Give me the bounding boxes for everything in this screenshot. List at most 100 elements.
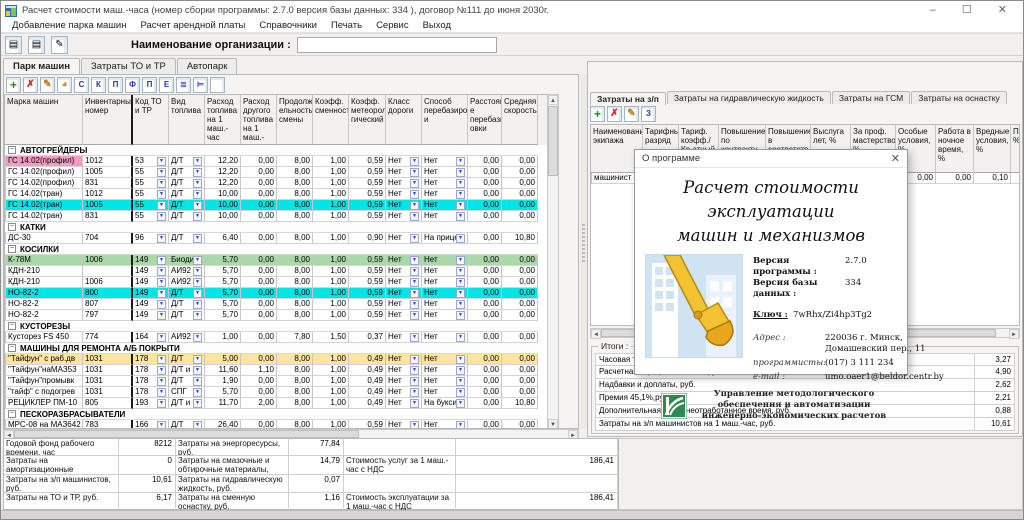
cell[interactable]: 704 bbox=[83, 233, 133, 244]
cell[interactable]: 0,49 bbox=[349, 376, 386, 387]
cell[interactable]: Нет▼ bbox=[386, 189, 422, 200]
cell[interactable]: 1,00 bbox=[313, 277, 349, 288]
doc-z-icon[interactable]: З bbox=[641, 106, 656, 122]
dropdown-icon[interactable]: ▼ bbox=[193, 212, 202, 221]
cell[interactable]: 53▼ bbox=[133, 156, 169, 167]
cell[interactable]: Д/Т и С▼ bbox=[169, 398, 205, 409]
dropdown-icon[interactable]: ▼ bbox=[410, 234, 419, 243]
cell[interactable]: 0,00 bbox=[241, 277, 277, 288]
report-export-icon[interactable]: ▤ bbox=[28, 36, 45, 54]
cell[interactable]: 10,80 bbox=[502, 398, 538, 409]
cell[interactable]: 0,00 bbox=[502, 365, 538, 376]
cell[interactable]: 1005 bbox=[83, 167, 133, 178]
cell[interactable]: 0,00 bbox=[502, 167, 538, 178]
cell[interactable]: 149▼ bbox=[133, 288, 169, 299]
cell[interactable]: 164▼ bbox=[133, 332, 169, 343]
cell[interactable]: 149▼ bbox=[133, 266, 169, 277]
cell[interactable]: 0,00 bbox=[502, 156, 538, 167]
dropdown-icon[interactable]: ▼ bbox=[410, 355, 419, 364]
machine-row[interactable]: НО-82-2807149▼Д/Т▼5,700,008,001,000,59Не… bbox=[5, 299, 538, 310]
cell[interactable]: 1031 bbox=[83, 365, 133, 376]
cell[interactable]: 10,80 bbox=[502, 233, 538, 244]
cell[interactable]: 0,59 bbox=[349, 200, 386, 211]
cell[interactable]: 12,20 bbox=[205, 178, 241, 189]
collapse-icon[interactable]: − bbox=[8, 146, 16, 154]
cell[interactable]: 1,00 bbox=[313, 233, 349, 244]
cell[interactable]: 0,00 bbox=[241, 167, 277, 178]
cell[interactable]: 1,00 bbox=[313, 310, 349, 321]
cell[interactable]: 0,00 bbox=[502, 288, 538, 299]
cell[interactable]: Нет▼ bbox=[422, 277, 468, 288]
cell[interactable]: 55▼ bbox=[133, 189, 169, 200]
scroll-left-icon[interactable]: ◄ bbox=[591, 329, 601, 339]
cell[interactable]: 0,00 bbox=[468, 189, 502, 200]
cell[interactable]: 8,00 bbox=[277, 420, 313, 429]
group-row[interactable]: −АВТОГРЕЙДЕРЫ bbox=[5, 145, 538, 156]
cell[interactable]: Нет▼ bbox=[386, 398, 422, 409]
dialog-close-icon[interactable]: ✕ bbox=[891, 152, 900, 165]
cell[interactable]: 178▼ bbox=[133, 365, 169, 376]
dropdown-icon[interactable]: ▼ bbox=[456, 355, 465, 364]
cell[interactable]: 1,00 bbox=[313, 178, 349, 189]
cell[interactable]: 178▼ bbox=[133, 387, 169, 398]
cell[interactable]: 0,00 bbox=[468, 167, 502, 178]
dropdown-icon[interactable]: ▼ bbox=[456, 157, 465, 166]
cell[interactable]: 0,00 bbox=[241, 255, 277, 266]
cell[interactable]: 0,00 bbox=[502, 266, 538, 277]
doc-p1-icon[interactable]: П bbox=[108, 77, 123, 93]
cell[interactable]: 0,00 bbox=[241, 211, 277, 222]
cell[interactable]: Д/Т▼ bbox=[169, 288, 205, 299]
cell[interactable]: Нет▼ bbox=[386, 354, 422, 365]
dropdown-icon[interactable]: ▼ bbox=[410, 421, 419, 430]
cell[interactable]: 10,00 bbox=[205, 211, 241, 222]
cell[interactable]: 0,00 bbox=[502, 200, 538, 211]
cell[interactable]: АИ92▼ bbox=[169, 266, 205, 277]
cell[interactable]: 0,59 bbox=[349, 189, 386, 200]
costs-tab-1[interactable]: Затраты на з/п bbox=[590, 92, 666, 105]
cell[interactable]: Нет▼ bbox=[422, 376, 468, 387]
group-row[interactable]: −КУСТОРЕЗЫ bbox=[5, 321, 538, 332]
dropdown-icon[interactable]: ▼ bbox=[193, 366, 202, 375]
cell[interactable]: 0,00 bbox=[502, 354, 538, 365]
dropdown-icon[interactable]: ▼ bbox=[410, 333, 419, 342]
cell[interactable]: Нет▼ bbox=[422, 299, 468, 310]
cell[interactable]: 1031 bbox=[83, 354, 133, 365]
menu-item[interactable]: Печать bbox=[324, 20, 369, 31]
collapse-icon[interactable]: − bbox=[8, 410, 16, 418]
cell[interactable]: 0,00 bbox=[468, 266, 502, 277]
cell[interactable]: 5,70 bbox=[205, 277, 241, 288]
cell[interactable]: 0,00 bbox=[241, 310, 277, 321]
add-crew-icon[interactable]: + bbox=[590, 106, 605, 122]
dropdown-icon[interactable]: ▼ bbox=[157, 289, 166, 298]
license-key-icon[interactable]: ✎ bbox=[51, 36, 68, 54]
cell[interactable]: 0,59 bbox=[349, 156, 386, 167]
cell[interactable]: 5,70 bbox=[205, 255, 241, 266]
cell[interactable]: АИ92▼ bbox=[169, 332, 205, 343]
cell[interactable]: Нет▼ bbox=[386, 211, 422, 222]
scroll-right-icon[interactable]: ► bbox=[1009, 329, 1019, 339]
cell[interactable]: Нет▼ bbox=[386, 299, 422, 310]
cell[interactable]: 0,00 bbox=[502, 189, 538, 200]
cell[interactable]: 0,00 bbox=[468, 178, 502, 189]
cell[interactable]: 1,00 bbox=[313, 189, 349, 200]
dropdown-icon[interactable]: ▼ bbox=[410, 190, 419, 199]
cell[interactable]: 0,59 bbox=[349, 299, 386, 310]
cell[interactable]: Нет▼ bbox=[422, 167, 468, 178]
menu-item[interactable]: Выход bbox=[416, 20, 458, 31]
collapse-icon[interactable]: − bbox=[8, 223, 16, 231]
dropdown-icon[interactable]: ▼ bbox=[193, 179, 202, 188]
cell[interactable]: 5,70 bbox=[205, 299, 241, 310]
cell[interactable]: 178▼ bbox=[133, 354, 169, 365]
cell[interactable]: Нет▼ bbox=[386, 376, 422, 387]
cell[interactable]: 2,00 bbox=[241, 398, 277, 409]
cell[interactable]: 0,00 bbox=[502, 211, 538, 222]
machine-row[interactable]: ГС 14.02(тран)100555▼Д/Т▼10,000,008,001,… bbox=[5, 200, 538, 211]
list-view-icon[interactable]: ≣ bbox=[176, 77, 191, 93]
cell[interactable]: 0,00 bbox=[468, 156, 502, 167]
cell[interactable]: 0,00 bbox=[241, 156, 277, 167]
cell[interactable]: Д/Т▼ bbox=[169, 420, 205, 429]
machine-row[interactable]: ДС-3070496▼Д/Т▼6,400,008,001,000,90Нет▼Н… bbox=[5, 233, 538, 244]
cell[interactable]: 1,00 bbox=[313, 200, 349, 211]
dropdown-icon[interactable]: ▼ bbox=[410, 377, 419, 386]
dropdown-icon[interactable]: ▼ bbox=[456, 388, 465, 397]
